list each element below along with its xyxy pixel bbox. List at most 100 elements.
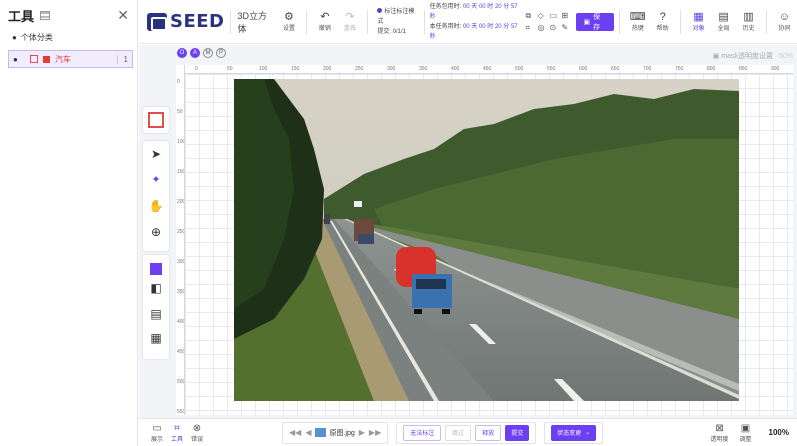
cube-tool-icon[interactable] (148, 112, 164, 128)
submit-progress: 提交: 0/1/1 (377, 28, 406, 35)
error-button[interactable]: ⊗ 错误 (187, 423, 207, 443)
logo: SEED (147, 11, 225, 32)
tag-o[interactable]: O (177, 48, 187, 58)
status-change-button[interactable]: 状态变更 ⌄ (551, 424, 597, 441)
tag-m[interactable]: M (203, 48, 213, 58)
ruler-tick-label: 250 (355, 66, 364, 72)
hotkey-label: 热键 (631, 26, 644, 32)
mask-setting[interactable]: ▣ mask透明度设置 50% (713, 51, 793, 61)
adjust-button[interactable]: ▣ 调整 (733, 423, 759, 443)
transparency-button[interactable]: ⊠ 透明度 (707, 423, 733, 443)
pointer-icon[interactable]: ➤ (143, 141, 169, 167)
eye-icon[interactable]: ● (13, 55, 18, 64)
status-change-group: 状态变更 ⌄ (544, 421, 604, 444)
display-button[interactable]: ▭ 展示 (147, 423, 167, 443)
magic-select-icon[interactable]: ✦ (143, 167, 169, 193)
zoom-in-icon[interactable]: ⊕ (143, 219, 169, 245)
brush-icon[interactable]: ✎ (562, 23, 572, 33)
submit-button[interactable]: 提交 (505, 424, 530, 441)
display-label: 展示 (150, 436, 163, 443)
fill-tools: ◧ ▤ ▦ (143, 255, 169, 359)
settings-button[interactable]: ⚙ 设置 (276, 11, 301, 32)
ruler-tick-label: 400 (451, 66, 460, 72)
road-photo[interactable] (234, 79, 739, 401)
column-layout-icon[interactable]: ◧ (143, 275, 169, 301)
quick-tools: ⧉ ◇ ▭ ⊞ ⌗ ◎ ⊙ ✎ (526, 11, 572, 33)
adjust-icon: ▣ (740, 422, 751, 434)
tag-icon[interactable]: ◇ (538, 11, 548, 21)
divider (367, 9, 369, 34)
class-group-header[interactable]: ● 个体分类 (0, 30, 137, 44)
crop-icon[interactable]: ⌗ (526, 23, 536, 33)
ruler-tick-label: 350 (419, 66, 428, 72)
ruler-tick-label: 550 (547, 66, 556, 72)
copy-icon[interactable]: ⧉ (526, 11, 536, 21)
image-navigator: ◀◀ ◀ 原图.jpg ▶ ▶▶ (282, 421, 389, 444)
image-thumb-icon (315, 428, 327, 437)
adjust-label: 调整 (739, 436, 752, 443)
ruler-tick-label: 550 (177, 409, 185, 415)
save-label: 保存 (593, 13, 601, 31)
ruler-tick-label: 100 (259, 66, 268, 72)
collab-button[interactable]: ☺ 协同 (772, 11, 797, 32)
display-icon: ▭ (152, 422, 162, 434)
ruler-tick-label: 150 (291, 66, 300, 72)
tag-p[interactable]: P (216, 48, 226, 58)
annotation-canvas[interactable] (185, 74, 793, 415)
status-change-label: 状态变更 (557, 431, 582, 437)
panel-layout-icon[interactable] (40, 10, 51, 20)
ruler-tick-label: 0 (177, 79, 180, 85)
hand-icon[interactable]: ✋ (143, 193, 169, 219)
annotation-mode: 标注标注模式 (377, 8, 415, 25)
chevron-down-icon: ⌄ (585, 430, 591, 436)
tool-panel-header: 工具 ✕ (0, 0, 137, 30)
lock-icon[interactable]: ⊙ (550, 23, 560, 33)
redo-icon: ↷ (345, 11, 355, 23)
prev-image-icon[interactable]: ◀ (305, 428, 311, 437)
global-button[interactable]: ▤ 全局 (711, 11, 736, 32)
logo-icon (147, 12, 167, 31)
hotkey-button[interactable]: ⌨ 热键 (625, 11, 650, 32)
first-image-icon[interactable]: ◀◀ (289, 428, 301, 437)
top-toolbar: SEED 3D立方体 ⚙ 设置 ↶ 撤销 ↷ 重做 标注标注模式 提交: 0/1… (139, 0, 797, 44)
ruler-tick-label: 100 (177, 139, 185, 145)
last-image-icon[interactable]: ▶▶ (369, 428, 381, 437)
gear-icon: ⚙ (284, 11, 294, 23)
save-button[interactable]: ▣ 保存 (575, 12, 615, 31)
ruler-tick-label: 500 (515, 66, 524, 72)
image-icon[interactable]: ▭ (550, 11, 560, 21)
release-button[interactable]: 释放 (475, 424, 502, 441)
tool-button[interactable]: ⌗ 工具 (167, 423, 187, 443)
ruler-tick-label: 50 (177, 109, 183, 115)
fill-color-icon[interactable] (143, 255, 169, 275)
zoom-level[interactable]: 100% (769, 428, 789, 437)
ruler-tick-label: 450 (483, 66, 492, 72)
next-image-icon[interactable]: ▶ (359, 428, 365, 437)
image-name[interactable]: 原图.jpg (315, 428, 355, 438)
truck-far (354, 219, 374, 244)
history-icon: ▥ (743, 11, 754, 23)
undo-button[interactable]: ↶ 撤销 (312, 11, 337, 32)
annotation-status: 标注标注模式 提交: 0/1/1 (377, 7, 418, 37)
settings-label: 设置 (282, 26, 295, 32)
grid-icon[interactable]: ⊞ (562, 11, 572, 21)
history-button[interactable]: ▥ 历史 (736, 11, 761, 32)
grid-layout-icon[interactable]: ▦ (143, 327, 169, 349)
object-button[interactable]: ▦ 对象 (686, 11, 711, 32)
redo-button[interactable]: ↷ 重做 (337, 11, 362, 32)
divider (229, 9, 231, 34)
selection-tools: ➤ ✦ ✋ ⊕ (143, 141, 169, 251)
eye-icon[interactable]: ● (12, 33, 17, 42)
close-icon[interactable]: ✕ (117, 7, 129, 24)
help-button[interactable]: ? 帮助 (650, 11, 675, 32)
class-item-car[interactable]: ● 汽车 1 (8, 50, 133, 68)
divider (423, 9, 425, 34)
skip-button[interactable]: 跳过 (445, 424, 472, 441)
target-icon[interactable]: ◎ (538, 23, 548, 33)
ruler-tick-label: 200 (177, 199, 185, 205)
tag-a[interactable]: A (190, 48, 200, 58)
row-layout-icon[interactable]: ▤ (143, 301, 169, 327)
ruler-tick-label: 650 (611, 66, 620, 72)
no-annotate-button[interactable]: 无法标注 (403, 424, 442, 441)
ruler-tick-label: 600 (579, 66, 588, 72)
